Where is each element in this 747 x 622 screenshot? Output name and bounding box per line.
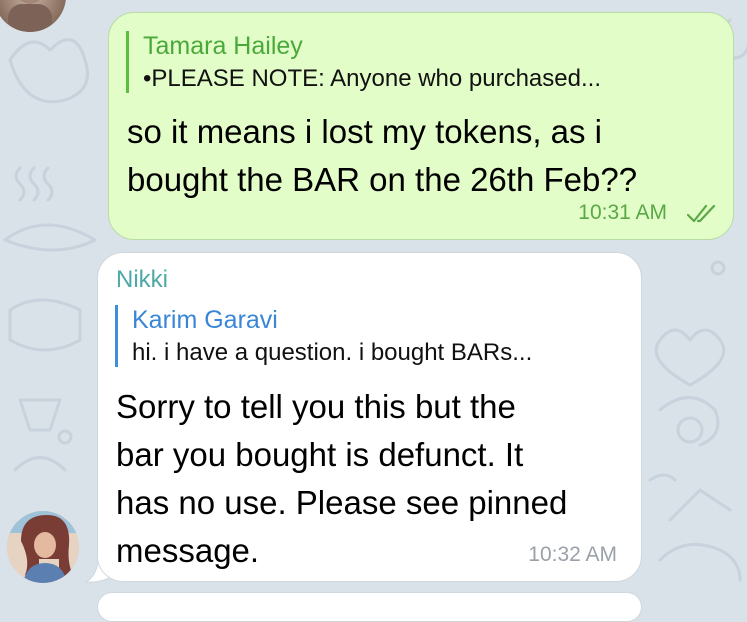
message-line: so it means i lost my tokens, as i xyxy=(127,113,603,150)
message-line: message. xyxy=(116,532,260,569)
message-line: bought the BAR on the 26th Feb?? xyxy=(127,161,638,198)
sender-name[interactable]: Nikki xyxy=(116,265,168,295)
message-line: Sorry to tell you this but the xyxy=(116,388,516,425)
reply-author: Karim Garavi xyxy=(132,306,278,334)
outgoing-message-bubble[interactable]: Tamara Hailey •PLEASE NOTE: Anyone who p… xyxy=(108,12,734,240)
reply-author: Tamara Hailey xyxy=(143,32,303,60)
avatar[interactable] xyxy=(7,511,79,583)
message-time: 10:32 AM xyxy=(528,543,617,566)
reply-quote[interactable]: Karim Garavi hi. i have a question. i bo… xyxy=(115,305,532,367)
message-text: so it means i lost my tokens, as i bough… xyxy=(127,108,637,204)
message-line: has no use. Please see pinned xyxy=(116,484,568,521)
incoming-message-bubble[interactable]: Nikki Karim Garavi hi. i have a question… xyxy=(97,252,642,582)
reply-quote[interactable]: Tamara Hailey •PLEASE NOTE: Anyone who p… xyxy=(126,31,601,93)
message-text: Sorry to tell you this but the bar you b… xyxy=(116,383,567,575)
reply-snippet: hi. i have a question. i bought BARs... xyxy=(132,339,533,366)
double-check-icon xyxy=(687,204,716,223)
reply-snippet: •PLEASE NOTE: Anyone who purchased... xyxy=(143,65,601,92)
message-time: 10:31 AM xyxy=(578,201,667,224)
message-line: bar you bought is defunct. It xyxy=(116,436,524,473)
next-message-bubble[interactable] xyxy=(97,592,642,622)
